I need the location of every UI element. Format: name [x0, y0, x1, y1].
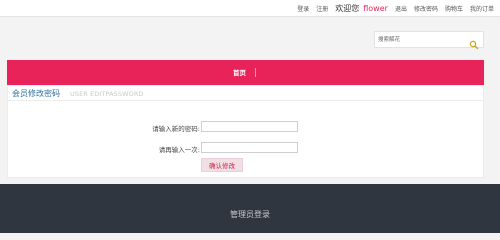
- confirm-change-button[interactable]: 确认修改: [201, 158, 243, 172]
- new-password-field[interactable]: [201, 121, 298, 132]
- new-password-label: 请输入新的密码:: [152, 125, 200, 133]
- main-nav: 首页: [7, 60, 484, 85]
- panel-header: 会员修改密码 USER EDITPASSWORD: [8, 86, 483, 101]
- top-links: 登录 注册 欢迎您 flower 退出 修改密码 购物车 我的订单: [297, 2, 494, 14]
- search-box: [374, 31, 484, 50]
- search-icon[interactable]: [469, 35, 479, 50]
- change-password-link[interactable]: 修改密码: [414, 4, 438, 13]
- register-link[interactable]: 注册: [316, 4, 328, 13]
- change-password-panel: 会员修改密码 USER EDITPASSWORD 请输入新的密码: 请再输入一次…: [7, 85, 484, 178]
- confirm-password-field[interactable]: [201, 142, 298, 153]
- cart-link[interactable]: 购物车: [445, 4, 463, 13]
- confirm-password-label: 请再输入一次:: [158, 146, 200, 154]
- welcome-text: 欢迎您: [335, 3, 360, 13]
- footer: 管理员登录: [0, 184, 500, 233]
- nav-item-home[interactable]: 首页: [233, 67, 246, 77]
- panel-title: 会员修改密码: [12, 89, 60, 98]
- top-bar: 登录 注册 欢迎您 flower 退出 修改密码 购物车 我的订单: [0, 0, 500, 17]
- nav-divider: [255, 68, 256, 77]
- username-link[interactable]: flower: [363, 4, 388, 13]
- orders-link[interactable]: 我的订单: [470, 4, 494, 13]
- search-input[interactable]: [378, 34, 466, 45]
- login-link[interactable]: 登录: [297, 4, 309, 13]
- panel-subtitle: USER EDITPASSWORD: [70, 89, 144, 98]
- logout-link[interactable]: 退出: [395, 4, 407, 13]
- admin-login-link[interactable]: 管理员登录: [0, 209, 500, 220]
